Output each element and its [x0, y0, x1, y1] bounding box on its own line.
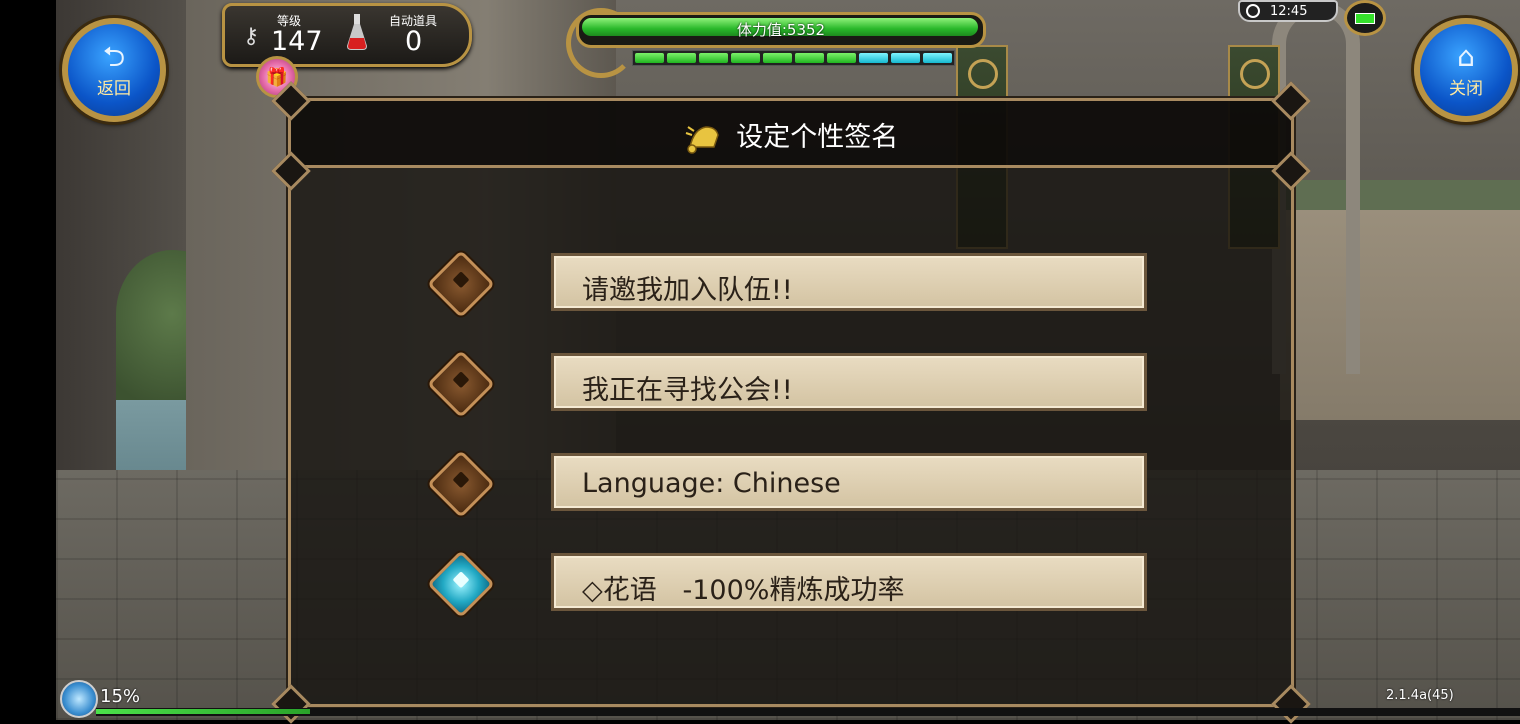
clock-icon [1246, 4, 1260, 18]
signature-option[interactable]: 请邀我加入队伍!! [291, 250, 1291, 318]
signature-option[interactable]: Language: Chinese [291, 450, 1291, 518]
energy-segment [763, 53, 792, 63]
back-button-label: 返回 [97, 78, 131, 99]
energy-segment [667, 53, 696, 63]
exp-bar [96, 708, 1520, 716]
energy-segment [699, 53, 728, 63]
close-button[interactable]: ⌂ 关闭 [1414, 18, 1518, 122]
signature-option-selected[interactable]: ◇花语 -100%精炼成功率 [291, 550, 1291, 618]
stamina-text: 体力值:5352 [736, 21, 826, 39]
key-icon: ⚷ [243, 24, 260, 49]
energy-segment [795, 53, 824, 63]
clock: 12:45 [1238, 0, 1338, 22]
signature-option[interactable]: 我正在寻找公会!! [291, 350, 1291, 418]
option-plate[interactable]: 请邀我加入队伍!! [551, 253, 1147, 311]
level-value: 147 [271, 26, 323, 57]
energy-segment [859, 53, 888, 63]
auto-items-value: 0 [405, 26, 423, 57]
energy-segment [635, 53, 664, 63]
home-icon: ⌂ [1457, 39, 1475, 73]
option-plate[interactable]: ◇花语 -100%精炼成功率 [551, 553, 1147, 611]
option-text: 我正在寻找公会!! [582, 375, 793, 406]
option-plate[interactable]: 我正在寻找公会!! [551, 353, 1147, 411]
exp-fill [96, 709, 310, 714]
dialog-title-bar: 设定个性签名 [291, 101, 1291, 168]
option-text: Language: Chinese [582, 468, 841, 499]
back-button[interactable]: ⮌ 返回 [62, 18, 166, 122]
potion-icon [347, 14, 367, 50]
stamina-track: 体力值:5352 [576, 12, 986, 48]
clock-time: 12:45 [1270, 3, 1308, 19]
return-arrow-icon: ⮌ [102, 39, 126, 73]
energy-segment [891, 53, 920, 63]
dialog-title: 设定个性签名 [736, 122, 899, 153]
exp-percent: 15% [100, 686, 141, 707]
option-text: 请邀我加入队伍!! [582, 275, 793, 306]
option-diamond-icon[interactable] [427, 450, 495, 518]
energy-segment [923, 53, 952, 63]
bell-icon [685, 125, 719, 154]
player-stats-panel: ⚷ 等级 147 自动道具 0 [222, 3, 472, 67]
exp-orb-icon [60, 680, 98, 718]
signature-dialog: 设定个性签名 请邀我加入队伍!! 我正在寻找公会!! Language: Chi… [271, 81, 1311, 724]
energy-segments [632, 50, 955, 66]
option-diamond-icon[interactable] [427, 350, 495, 418]
option-plate[interactable]: Language: Chinese [551, 453, 1147, 511]
battery-icon [1344, 0, 1386, 36]
option-text: ◇花语 -100%精炼成功率 [582, 575, 905, 606]
close-button-label: 关闭 [1449, 78, 1483, 99]
version-text: 2.1.4a(45) [1386, 688, 1454, 703]
option-diamond-selected-icon[interactable] [427, 550, 495, 618]
energy-segment [827, 53, 856, 63]
energy-segment [731, 53, 760, 63]
option-diamond-icon[interactable] [427, 250, 495, 318]
stamina-bar: 体力值:5352 [566, 8, 986, 78]
